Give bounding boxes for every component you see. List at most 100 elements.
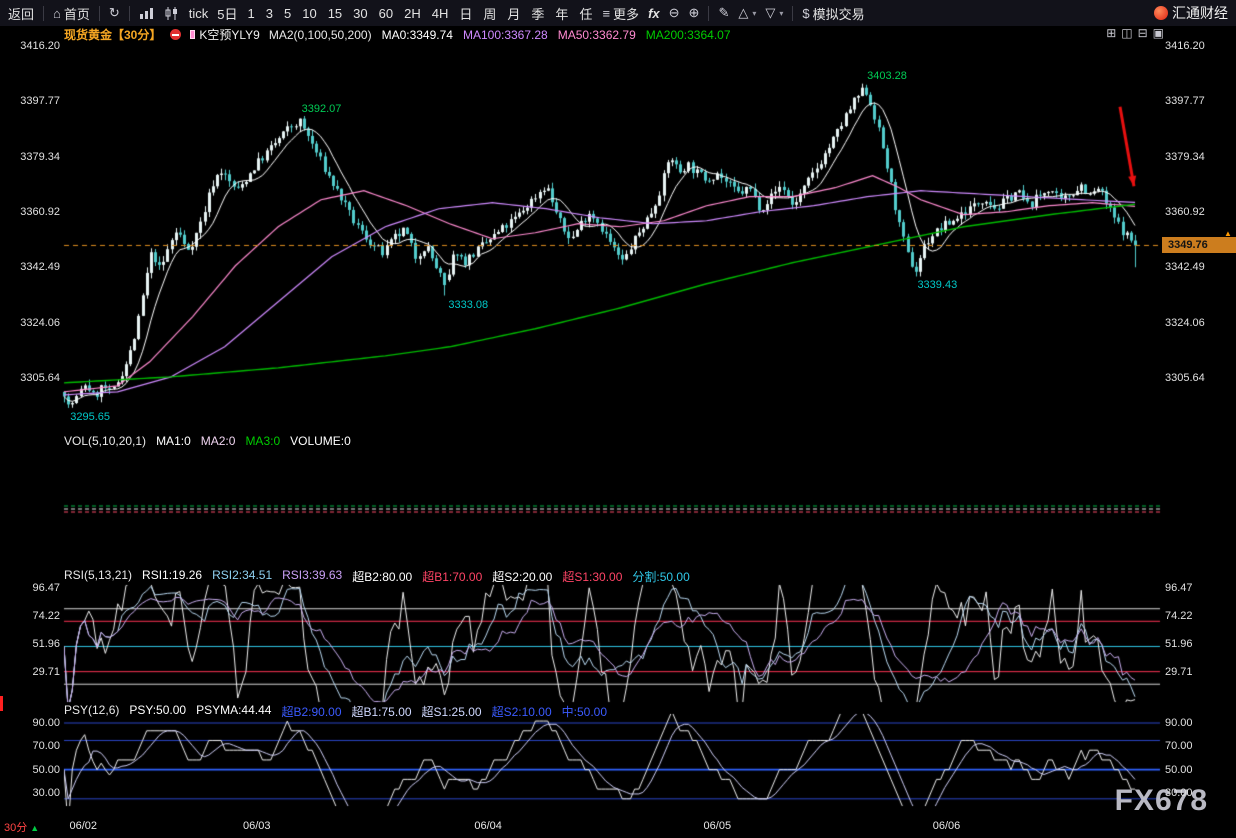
main-y-label: 3342.49 (1165, 261, 1205, 273)
rsi-y-label: 29.71 (1165, 666, 1193, 678)
watermark: FX678 (1115, 784, 1208, 818)
period-2H-button[interactable]: 2H (403, 4, 422, 23)
rsi-readout-4: 超B2:80.00 (352, 568, 412, 585)
period-4H-button[interactable]: 4H (431, 4, 450, 23)
psy-y-label: 30.00 (4, 787, 60, 799)
brand-label: 汇通财经 (1172, 3, 1228, 23)
layout-grid-icon[interactable]: ⊞ (1106, 26, 1116, 40)
trading-app: 返回 ⌂ 首页 ↻ tick 5日 135101530602H4H日周月季年任 … (0, 0, 1236, 838)
candlestick-chart-icon[interactable] (164, 7, 180, 20)
rsi-y-label: 51.96 (4, 638, 60, 650)
main-y-label: 3342.49 (4, 261, 60, 273)
psy-y-label: 70.00 (1165, 740, 1193, 752)
main-y-label: 3305.64 (1165, 372, 1205, 384)
sim-trade-label: 模拟交易 (813, 4, 865, 23)
footer-period[interactable]: 30分▲ (4, 819, 39, 835)
draw-pencil-icon[interactable]: ✎ (718, 5, 729, 21)
ma-readouts: MA2(0,100,50,200)MA0:3349.74MA100:3367.2… (269, 28, 731, 42)
psy-readout-0: PSY(12,6) (64, 703, 119, 720)
psy-readout-1: PSY:50.00 (129, 703, 186, 720)
period-日-button[interactable]: 日 (458, 4, 473, 23)
period-周-button[interactable]: 周 (482, 4, 497, 23)
x-axis-label: 06/06 (933, 820, 961, 832)
period-10-button[interactable]: 10 (301, 4, 317, 23)
vol-readout-1: MA1:0 (156, 434, 191, 448)
price-annotation: 3392.07 (302, 103, 342, 115)
period-tick-button[interactable]: tick (189, 6, 209, 21)
period-季-button[interactable]: 季 (530, 4, 545, 23)
period-任-button[interactable]: 任 (578, 4, 593, 23)
rsi-y-label: 96.47 (1165, 582, 1193, 594)
sim-trade-button[interactable]: $ 模拟交易 (802, 4, 864, 23)
brand-logo[interactable]: 汇通财经 (1154, 3, 1228, 23)
psy-readout-4: 超B1:75.00 (352, 703, 412, 720)
shape-up-tool[interactable]: △ ▾ (738, 5, 756, 21)
price-direction-icon: ▲ (1224, 229, 1232, 238)
dollar-icon: $ (802, 6, 809, 21)
psy-readout-6: 超S2:10.00 (492, 703, 552, 720)
toolbar-separator (43, 6, 44, 21)
indicator-chart-icon[interactable] (139, 7, 155, 20)
home-button[interactable]: ⌂ 首页 (53, 4, 90, 23)
price-annotation: 3295.65 (70, 411, 110, 423)
back-button[interactable]: 返回 (8, 4, 34, 23)
period-30-button[interactable]: 30 (352, 4, 368, 23)
psy-readout-5: 超S1:25.00 (422, 703, 482, 720)
ma-readout-4: MA200:3364.07 (646, 28, 731, 42)
triangle-down-icon: ▽ (765, 5, 775, 21)
rsi-header: RSI(5,13,21)RSI1:19.26RSI2:34.51RSI3:39.… (64, 568, 690, 585)
period-1-button[interactable]: 1 (247, 4, 256, 23)
rsi-y-label: 74.22 (1165, 610, 1193, 622)
study-label: K空预YLY9 (199, 26, 259, 43)
period-5-button[interactable]: 5 (283, 4, 292, 23)
price-annotation: 3403.28 (867, 70, 907, 82)
left-edge-marker (0, 696, 3, 711)
psy-y-label: 90.00 (4, 717, 60, 729)
top-toolbar: 返回 ⌂ 首页 ↻ tick 5日 135101530602H4H日周月季年任 … (0, 0, 1236, 26)
indicator-fx-button[interactable]: fx (648, 6, 660, 21)
psy-y-label: 70.00 (4, 740, 60, 752)
main-y-label: 3324.06 (1165, 317, 1205, 329)
psy-y-label: 30.00 (1165, 787, 1193, 799)
menu-icon: ≡ (602, 6, 610, 21)
period-年-button[interactable]: 年 (554, 4, 569, 23)
layout-split-vertical-icon[interactable]: ◫ (1121, 26, 1132, 40)
period-月-button[interactable]: 月 (506, 4, 521, 23)
main-y-label: 3324.06 (4, 317, 60, 329)
psy-readout-3: 超B2:90.00 (281, 703, 341, 720)
layout-single-icon[interactable]: ▣ (1153, 26, 1164, 40)
refresh-icon[interactable]: ↻ (109, 5, 120, 21)
psy-readout-2: PSYMA:44.44 (196, 703, 271, 720)
rsi-y-label: 51.96 (1165, 638, 1193, 650)
period-15-button[interactable]: 15 (327, 4, 343, 23)
psy-y-label: 50.00 (1165, 764, 1193, 776)
price-annotation: 3333.08 (448, 299, 488, 311)
chart-header: 现货黄金【30分】 K空预YLY9 MA2(0,100,50,200)MA0:3… (64, 27, 731, 42)
zoom-in-icon[interactable]: ⊕ (689, 5, 700, 21)
x-axis-label: 06/05 (704, 820, 732, 832)
more-button[interactable]: ≡ 更多 (602, 4, 639, 23)
main-y-label: 3397.77 (1165, 95, 1205, 107)
period-5day-button[interactable]: 5日 (217, 4, 237, 23)
layout-split-horizontal-icon[interactable]: ⊟ (1138, 26, 1148, 40)
layout-icons: ⊞ ◫ ⊟ ▣ (1106, 26, 1164, 40)
toolbar-separator (99, 6, 100, 21)
shape-down-tool[interactable]: ▽ ▾ (765, 5, 783, 21)
toolbar-separator (708, 6, 709, 21)
psy-header: PSY(12,6) PSY:50.00 PSYMA:44.44 超B2:90.00 超B… (64, 703, 607, 720)
main-y-label: 3397.77 (4, 95, 60, 107)
period-3-button[interactable]: 3 (265, 4, 274, 23)
period-60-button[interactable]: 60 (378, 4, 394, 23)
triangle-up-icon: △ (738, 5, 748, 21)
study-icon (190, 30, 195, 39)
more-label: 更多 (613, 4, 639, 23)
collapse-icon[interactable] (170, 29, 181, 40)
vol-readout-2: MA2:0 (201, 434, 236, 448)
psy-readout-7: 中:50.00 (562, 703, 607, 720)
rsi-readout-0: RSI(5,13,21) (64, 568, 132, 585)
price-annotation: 3339.43 (917, 279, 957, 291)
main-y-label: 3305.64 (4, 372, 60, 384)
zoom-out-icon[interactable]: ⊖ (669, 5, 680, 21)
main-y-label: 3416.20 (4, 40, 60, 52)
home-label: 首页 (64, 4, 90, 23)
